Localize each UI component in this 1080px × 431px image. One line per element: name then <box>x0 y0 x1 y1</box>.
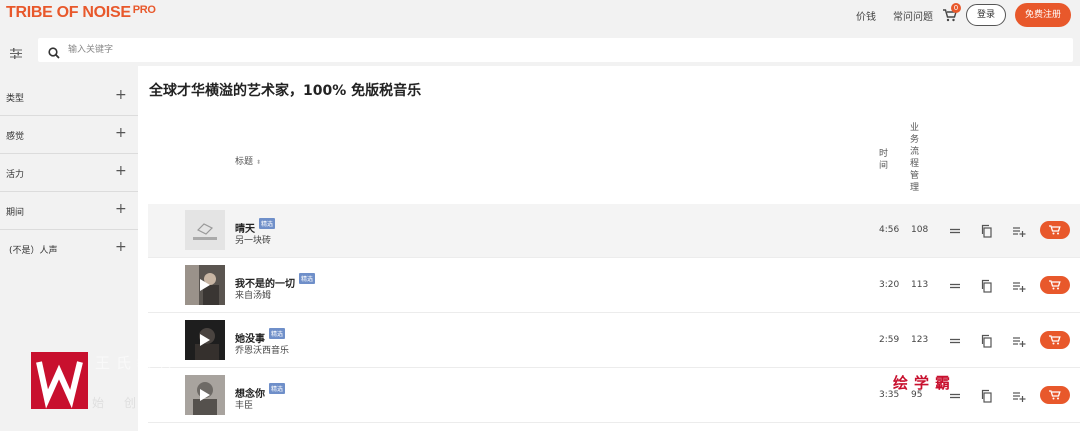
track-bpm: 123 <box>911 335 929 345</box>
watermark-subtext: 始创 <box>92 396 157 410</box>
track-artist[interactable]: 丰臣 <box>235 398 253 411</box>
sort-icon: ⬍ <box>256 159 262 166</box>
cart-icon <box>1049 335 1061 345</box>
add-to-playlist-icon[interactable] <box>1012 223 1026 237</box>
track-cover[interactable] <box>185 375 225 415</box>
plus-icon: + <box>115 163 127 179</box>
track-bpm: 108 <box>911 225 929 235</box>
add-to-playlist-icon[interactable] <box>1012 388 1026 402</box>
featured-badge: 精选 <box>299 273 316 284</box>
logo-text: TRIBE OF NOISE <box>6 4 131 21</box>
column-header-time[interactable]: 时间 <box>879 148 891 172</box>
plus-icon: + <box>115 239 127 255</box>
track-artist[interactable]: 另一块砖 <box>235 233 271 246</box>
sidebar-item-energy[interactable]: 活力 + <box>0 154 138 192</box>
watermark-right-text: 绘学霸 <box>893 374 957 392</box>
play-icon[interactable] <box>200 389 210 401</box>
cart-icon <box>1049 390 1061 400</box>
track-row[interactable]: 她没事 精选 乔恩沃西音乐 2:59 123 <box>148 314 1080 368</box>
track-bpm: 113 <box>911 280 929 290</box>
cart-count-badge: 0 <box>951 3 961 13</box>
sidebar-item-label: 期间 <box>6 208 25 218</box>
top-header: TRIBE OF NOISE PRO 价钱 常问问题 0 登录 免费注册 <box>0 0 1080 34</box>
featured-badge: 精选 <box>269 383 286 394</box>
login-button[interactable]: 登录 <box>966 4 1006 26</box>
tribe-of-noise-logo[interactable]: TRIBE OF NOISE PRO <box>6 4 156 22</box>
buy-button[interactable] <box>1040 331 1070 349</box>
buy-button[interactable] <box>1040 276 1070 294</box>
signup-button[interactable]: 免费注册 <box>1015 3 1071 27</box>
buy-button[interactable] <box>1040 386 1070 404</box>
menu-icon[interactable] <box>948 223 962 237</box>
track-cover[interactable] <box>185 265 225 305</box>
menu-icon[interactable] <box>948 333 962 347</box>
watermark-logo <box>31 352 88 409</box>
filter-toggle-icon[interactable] <box>10 44 22 59</box>
copy-icon[interactable] <box>980 333 994 348</box>
track-duration: 2:59 <box>879 335 900 345</box>
plus-icon: + <box>115 125 127 141</box>
search-bar <box>38 38 1073 62</box>
cart-icon <box>1049 280 1061 290</box>
sidebar-item-mood[interactable]: 感觉 + <box>0 116 138 154</box>
track-duration: 3:20 <box>879 280 900 290</box>
sidebar-item-label: 类型 <box>6 94 25 104</box>
featured-badge: 精选 <box>269 328 286 339</box>
copy-icon[interactable] <box>980 388 994 403</box>
buy-button[interactable] <box>1040 221 1070 239</box>
plus-icon: + <box>115 87 127 103</box>
column-header-title-label: 标题 <box>235 157 254 167</box>
copy-icon[interactable] <box>980 223 994 238</box>
sidebar-item-duration[interactable]: 期间 + <box>0 192 138 230</box>
track-cover[interactable] <box>185 320 225 360</box>
column-header-title[interactable]: 标题 ⬍ <box>235 154 261 167</box>
featured-badge: 精选 <box>259 218 276 229</box>
page-title: 全球才华横溢的艺术家，100% 免版税音乐 <box>149 83 422 99</box>
column-header-workflow: 业务流程管理 <box>910 123 920 193</box>
nav-faq-link[interactable]: 常问问题 <box>893 8 933 23</box>
sidebar-item-label: (不是）人声 <box>9 246 58 256</box>
watermark-text: 王氏教育 <box>95 354 180 372</box>
menu-icon[interactable] <box>948 278 962 292</box>
track-artist[interactable]: 来自汤姆 <box>235 288 271 301</box>
track-row[interactable]: 晴天 精选 另一块砖 4:56 108 <box>148 204 1080 258</box>
filter-sidebar: 类型 + 感觉 + 活力 + 期间 + (不是）人声 + <box>0 78 138 268</box>
add-to-playlist-icon[interactable] <box>1012 278 1026 292</box>
track-row[interactable]: 我不是的一切 精选 来自汤姆 3:20 113 <box>148 259 1080 313</box>
sidebar-item-label: 活力 <box>6 170 25 180</box>
track-duration: 4:56 <box>879 225 900 235</box>
sidebar-item-label: 感觉 <box>6 132 25 142</box>
sidebar-item-genre[interactable]: 类型 + <box>0 78 138 116</box>
nav-price-link[interactable]: 价钱 <box>856 8 876 23</box>
sidebar-item-vocals[interactable]: (不是）人声 + <box>0 230 138 268</box>
play-icon[interactable] <box>200 334 210 346</box>
logo-pro: PRO <box>132 4 156 16</box>
plus-icon: + <box>115 201 127 217</box>
copy-icon[interactable] <box>980 278 994 293</box>
add-to-playlist-icon[interactable] <box>1012 333 1026 347</box>
search-input[interactable] <box>68 41 1048 59</box>
play-icon[interactable] <box>200 279 210 291</box>
track-cover[interactable] <box>185 210 225 250</box>
track-artist[interactable]: 乔恩沃西音乐 <box>235 343 289 356</box>
search-icon[interactable] <box>48 44 60 59</box>
cart-icon <box>1049 225 1061 235</box>
